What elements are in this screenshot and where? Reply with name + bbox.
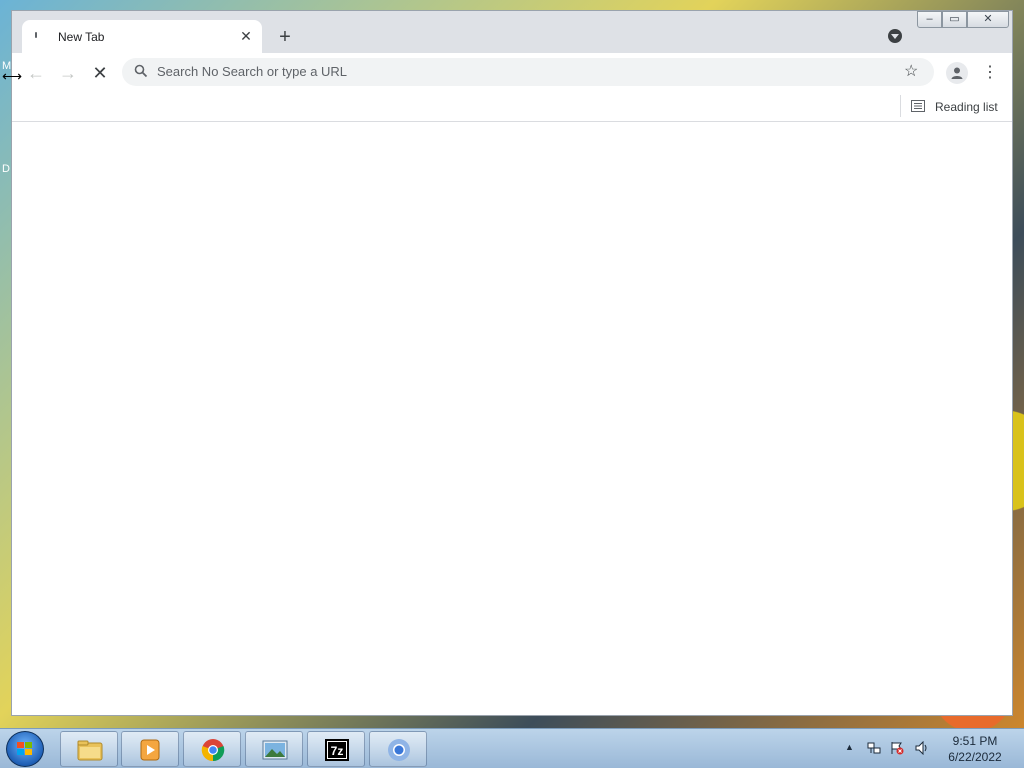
resize-cursor-icon: ⟷ bbox=[2, 68, 23, 84]
clock[interactable]: 9:51 PM 6/22/2022 bbox=[945, 733, 1005, 765]
show-hidden-icons-button[interactable]: ▲ bbox=[845, 742, 854, 752]
tab-strip: New Tab ✕ + ‒ ▭ ✕ bbox=[12, 11, 1012, 53]
taskbar: 7z ▲ 9:51 PM 6/22/2022 bbox=[0, 728, 1024, 768]
bookmark-star-icon[interactable]: ☆ bbox=[904, 61, 918, 81]
reading-list-icon bbox=[911, 100, 925, 112]
forward-button[interactable]: → bbox=[57, 62, 79, 84]
clock-date: 6/22/2022 bbox=[948, 750, 1002, 764]
maximize-icon: ▭ bbox=[949, 13, 960, 25]
bookmarks-bar: Reading list bbox=[12, 91, 1012, 122]
chrome-menu-button[interactable]: ⋮ bbox=[982, 62, 998, 84]
minimize-button[interactable]: ‒ bbox=[917, 11, 942, 28]
maximize-button[interactable]: ▭ bbox=[942, 11, 967, 28]
network-icon[interactable] bbox=[867, 741, 881, 755]
chromium-icon bbox=[388, 739, 410, 761]
close-icon: ✕ bbox=[983, 13, 993, 25]
reading-list-button[interactable]: Reading list bbox=[900, 95, 998, 117]
browser-window: New Tab ✕ + ‒ ▭ ✕ ← → ✕ Search No Search… bbox=[11, 10, 1013, 716]
folder-icon bbox=[77, 740, 103, 761]
clock-time: 9:51 PM bbox=[952, 734, 998, 748]
address-bar-placeholder[interactable]: Search No Search or type a URL bbox=[157, 64, 347, 79]
taskbar-item-7zip[interactable]: 7z bbox=[307, 731, 365, 767]
7zip-icon: 7z bbox=[325, 739, 349, 761]
close-window-button[interactable]: ✕ bbox=[967, 11, 1009, 28]
media-player-icon bbox=[140, 739, 160, 761]
loading-favicon-icon bbox=[34, 31, 38, 39]
stop-loading-button[interactable]: ✕ bbox=[89, 62, 111, 84]
reading-list-label: Reading list bbox=[935, 100, 998, 114]
desktop-icon-label[interactable]: D bbox=[2, 163, 10, 175]
chrome-icon bbox=[201, 739, 225, 762]
new-tab-button[interactable]: + bbox=[275, 27, 295, 47]
taskbar-item-media-player[interactable] bbox=[121, 731, 179, 767]
tab-new-tab[interactable]: New Tab ✕ bbox=[22, 20, 262, 53]
taskbar-item-chrome[interactable] bbox=[183, 731, 241, 767]
close-tab-icon[interactable]: ✕ bbox=[238, 28, 254, 44]
taskbar-item-photo-viewer[interactable] bbox=[245, 731, 303, 767]
tab-title: New Tab bbox=[58, 30, 105, 44]
action-center-flag-icon[interactable] bbox=[890, 741, 904, 755]
system-tray: ▲ 9:51 PM 6/22/2022 bbox=[845, 729, 1024, 769]
back-button[interactable]: ← bbox=[25, 62, 47, 84]
person-icon bbox=[951, 67, 963, 79]
7zip-label: 7z bbox=[331, 744, 344, 758]
profile-avatar-button[interactable] bbox=[946, 62, 968, 84]
windows-logo-icon bbox=[17, 742, 32, 755]
tab-search-icon[interactable] bbox=[888, 29, 902, 43]
browser-toolbar: ← → ✕ Search No Search or type a URL ☆ ⋮ bbox=[12, 53, 1012, 91]
page-content-blank[interactable] bbox=[12, 122, 1012, 715]
start-button[interactable] bbox=[6, 731, 44, 767]
photo-viewer-icon bbox=[262, 740, 288, 760]
search-icon bbox=[134, 64, 148, 78]
volume-icon[interactable] bbox=[915, 741, 929, 755]
taskbar-item-chromium[interactable] bbox=[369, 731, 427, 767]
address-bar[interactable]: Search No Search or type a URL ☆ bbox=[122, 58, 934, 86]
taskbar-item-explorer[interactable] bbox=[60, 731, 118, 767]
minimize-icon: ‒ bbox=[926, 13, 933, 25]
